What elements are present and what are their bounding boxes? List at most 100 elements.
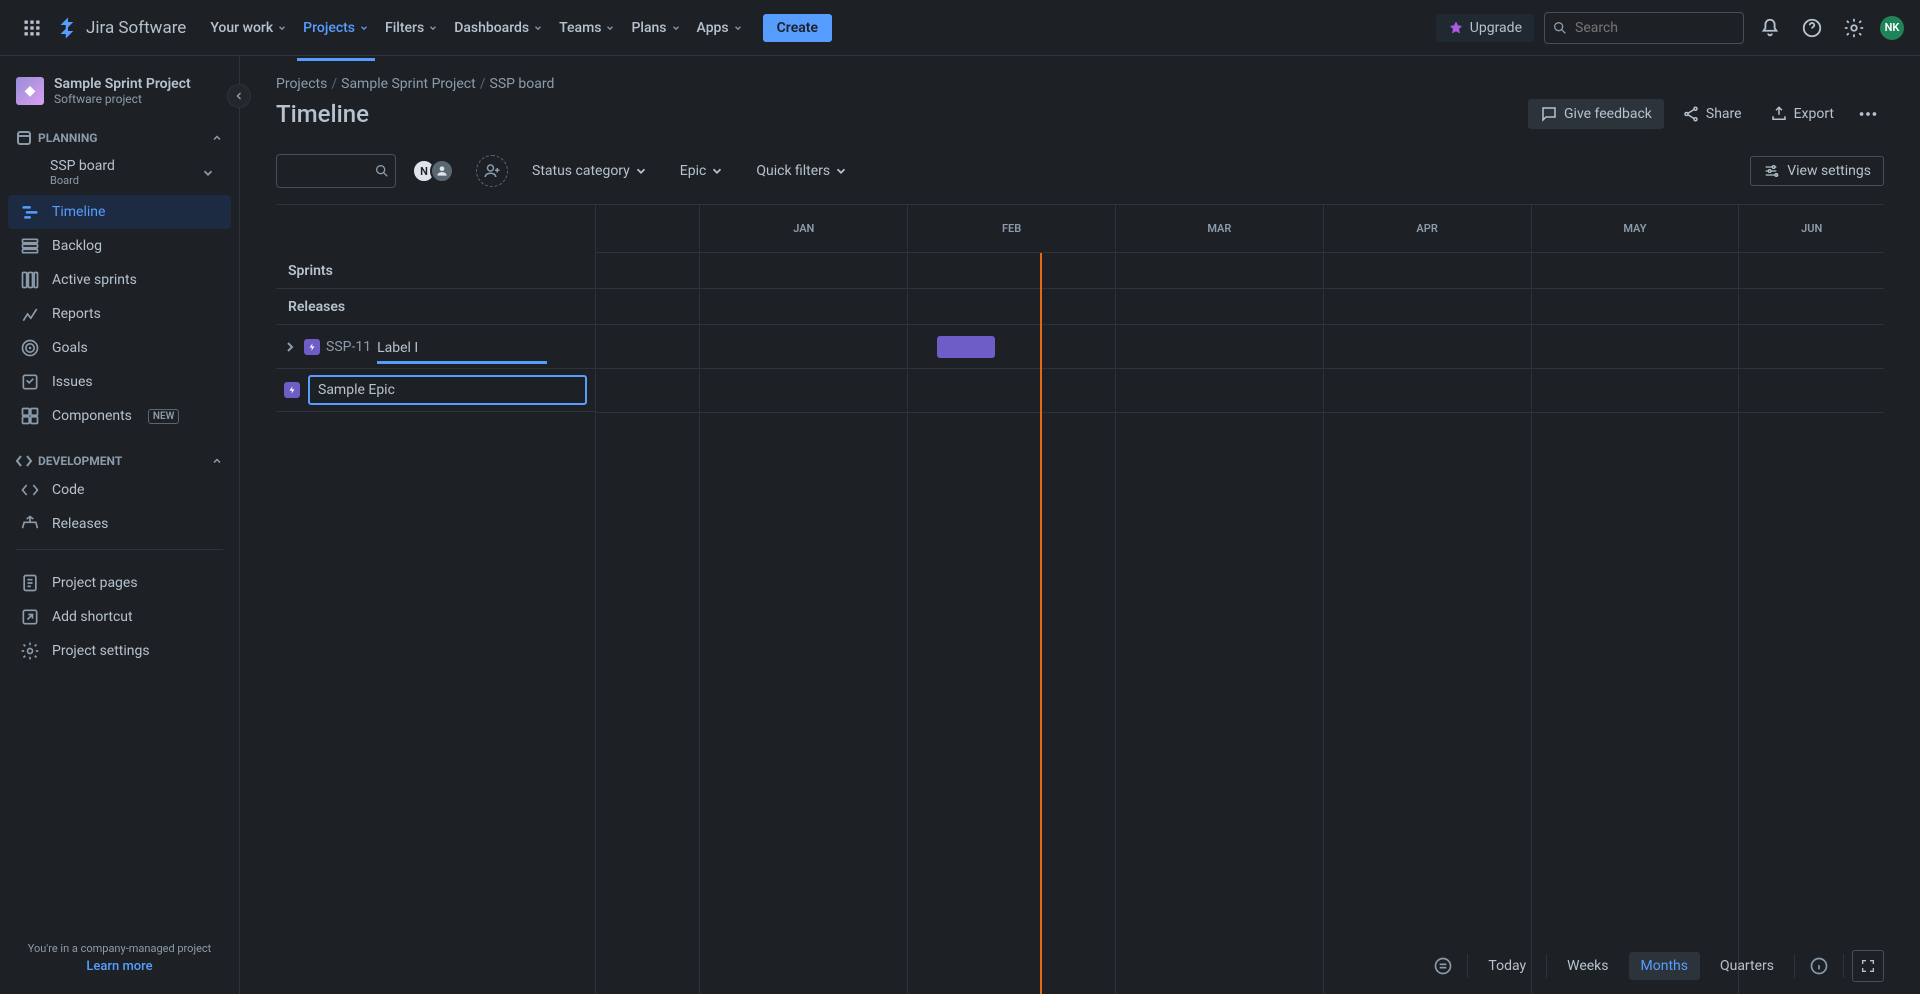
chevron-right-icon[interactable] <box>282 339 298 355</box>
epic-title[interactable]: Label I <box>377 340 418 356</box>
quick-filters-dropdown[interactable]: Quick filters <box>748 157 856 185</box>
settings-button[interactable] <box>1838 12 1870 44</box>
chevron-up-icon <box>211 132 223 144</box>
nav-apps[interactable]: Apps <box>689 14 751 42</box>
development-section-heading[interactable]: DEVELOPMENT <box>8 449 231 473</box>
app-switcher[interactable] <box>16 12 48 44</box>
logo[interactable]: Jira Software <box>56 16 186 40</box>
search-icon <box>374 163 390 179</box>
chevron-left-icon <box>233 90 245 102</box>
gear-icon <box>20 641 40 661</box>
premium-icon <box>1448 20 1464 36</box>
legend-button[interactable] <box>1427 950 1459 982</box>
sidebar-item-timeline[interactable]: Timeline <box>8 195 231 229</box>
breadcrumb-item[interactable]: Projects <box>276 76 327 92</box>
epic-row[interactable]: SSP-11 Label I <box>276 325 595 369</box>
info-button[interactable] <box>1803 950 1835 982</box>
epic-type-icon <box>304 339 320 355</box>
planning-section-heading[interactable]: PLANNING <box>8 126 231 150</box>
user-avatar[interactable]: NK <box>1880 16 1904 40</box>
target-icon <box>20 338 40 358</box>
info-icon <box>1809 956 1829 976</box>
epic-bar[interactable] <box>937 336 995 358</box>
sidebar-item-reports[interactable]: Reports <box>8 297 231 331</box>
project-type-label: Software project <box>54 92 191 106</box>
nav-teams[interactable]: Teams <box>551 14 623 42</box>
scale-weeks[interactable]: Weeks <box>1555 952 1620 980</box>
month-header: JUN <box>1738 205 1884 252</box>
month-header: FEB <box>907 205 1115 252</box>
status-category-dropdown[interactable]: Status category <box>524 157 656 185</box>
chevron-down-icon <box>733 23 743 33</box>
more-actions-button[interactable] <box>1852 98 1884 130</box>
sidebar-item-components[interactable]: Components NEW <box>8 399 231 433</box>
help-button[interactable] <box>1796 12 1828 44</box>
add-people-button[interactable] <box>476 155 508 187</box>
expand-icon <box>1860 958 1876 974</box>
sidebar-item-project-pages[interactable]: Project pages <box>8 566 231 600</box>
nav-dashboards[interactable]: Dashboards <box>446 14 551 42</box>
reports-icon <box>20 304 40 324</box>
board-icon <box>20 270 40 290</box>
chevron-down-icon <box>533 23 543 33</box>
releases-row-header[interactable]: Releases <box>276 289 595 325</box>
today-button[interactable]: Today <box>1476 952 1538 980</box>
epic-dropdown[interactable]: Epic <box>672 157 733 185</box>
logo-text: Jira Software <box>86 18 186 38</box>
learn-more-link[interactable]: Learn more <box>16 959 223 974</box>
bolt-icon <box>307 342 317 352</box>
sprints-row-header[interactable]: Sprints <box>276 253 595 289</box>
sidebar-item-issues[interactable]: Issues <box>8 365 231 399</box>
bolt-icon <box>287 385 297 395</box>
chevron-up-icon <box>211 455 223 467</box>
footer-text: You're in a company-managed project <box>16 942 223 955</box>
nav-your-work[interactable]: Your work <box>202 14 295 42</box>
board-selector[interactable]: SSP board Board <box>42 152 223 193</box>
nav-filters[interactable]: Filters <box>377 14 446 42</box>
issue-key[interactable]: SSP-11 <box>326 339 371 355</box>
breadcrumb-item[interactable]: Sample Sprint Project <box>341 76 476 92</box>
create-epic-input[interactable] <box>308 375 587 405</box>
sidebar-item-code[interactable]: Code <box>8 473 231 507</box>
create-epic-row[interactable] <box>276 369 595 412</box>
people-avatar[interactable] <box>430 159 454 183</box>
sidebar-item-active-sprints[interactable]: Active sprints <box>8 263 231 297</box>
give-feedback-button[interactable]: Give feedback <box>1528 99 1664 129</box>
sidebar-item-backlog[interactable]: Backlog <box>8 229 231 263</box>
create-button[interactable]: Create <box>763 14 832 42</box>
nav-projects[interactable]: Projects <box>295 14 377 42</box>
new-badge: NEW <box>148 409 180 424</box>
jira-logo-icon <box>56 16 80 40</box>
notifications-button[interactable] <box>1754 12 1786 44</box>
sidebar-toggle[interactable] <box>227 84 251 108</box>
view-settings-button[interactable]: View settings <box>1750 156 1884 186</box>
person-icon <box>435 164 449 178</box>
sidebar-item-goals[interactable]: Goals <box>8 331 231 365</box>
nav-plans[interactable]: Plans <box>623 14 688 42</box>
sidebar-item-add-shortcut[interactable]: Add shortcut <box>8 600 231 634</box>
timeline-icon <box>20 202 40 222</box>
share-button[interactable]: Share <box>1672 99 1752 129</box>
chevron-down-icon <box>359 23 369 33</box>
sliders-icon <box>1763 163 1779 179</box>
scale-months[interactable]: Months <box>1629 952 1700 980</box>
global-search-input[interactable] <box>1544 12 1744 44</box>
search-icon <box>1552 20 1568 36</box>
search-box[interactable] <box>1544 12 1744 44</box>
chevron-down-icon <box>428 23 438 33</box>
code-icon <box>20 480 40 500</box>
sidebar-item-releases[interactable]: Releases <box>8 507 231 541</box>
chevron-down-icon <box>201 166 215 180</box>
sidebar-item-project-settings[interactable]: Project settings <box>8 634 231 668</box>
timeline-search[interactable] <box>276 154 396 188</box>
bell-icon <box>1759 17 1781 39</box>
fullscreen-button[interactable] <box>1852 950 1884 982</box>
app-switcher-icon <box>22 18 42 38</box>
page-title: Timeline <box>276 100 369 128</box>
export-button[interactable]: Export <box>1760 99 1844 129</box>
month-header: MAR <box>1115 205 1323 252</box>
scale-quarters[interactable]: Quarters <box>1708 952 1786 980</box>
breadcrumb-item[interactable]: SSP board <box>490 76 555 92</box>
upgrade-button[interactable]: Upgrade <box>1436 14 1534 42</box>
shortcut-icon <box>20 607 40 627</box>
